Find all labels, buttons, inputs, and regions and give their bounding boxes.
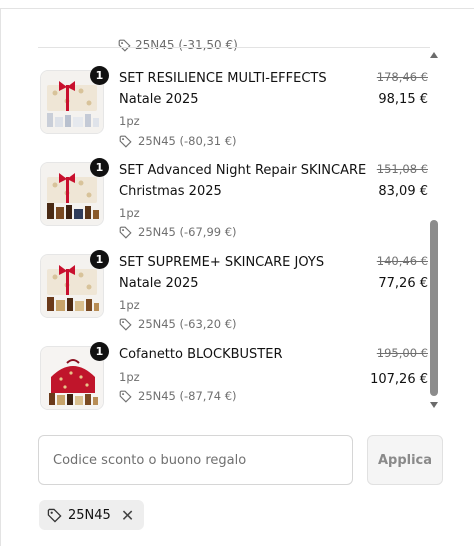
peek-discount-text: 25N45 (-31,50 €) — [135, 38, 238, 52]
discount-text: 25N45 (-80,31 €) — [138, 134, 237, 148]
cart-item: 1 SET SUPREME+ SKINCARE JOYS Natale 2025… — [38, 244, 430, 331]
peek-item-discount: 25N45 (-31,50 €) — [118, 38, 238, 52]
applied-code-chip: 25N45 ✕ — [39, 500, 145, 530]
tag-icon — [119, 226, 132, 239]
scrollbar-thumb[interactable] — [430, 220, 438, 396]
discounted-price: 77,26 € — [378, 276, 428, 291]
product-quantity: 1pz — [119, 370, 140, 384]
product-discount: 25N45 (-80,31 €) — [119, 134, 237, 148]
close-icon[interactable]: ✕ — [121, 506, 134, 525]
apply-button[interactable]: Applica — [367, 435, 443, 485]
product-quantity: 1pz — [119, 114, 140, 128]
product-title[interactable]: Cofanetto BLOCKBUSTER — [119, 344, 369, 365]
left-divider — [0, 8, 1, 546]
applied-code-text: 25N45 — [68, 507, 111, 523]
discount-text: 25N45 (-87,74 €) — [138, 389, 237, 403]
product-discount: 25N45 (-67,99 €) — [119, 225, 237, 239]
list-divider — [38, 47, 430, 48]
quantity-badge: 1 — [90, 66, 109, 85]
discounted-price: 98,15 € — [378, 92, 428, 107]
cart-items-list[interactable]: 25N45 (-31,50 €) 1 SET RESILIENCE MULTI-… — [38, 30, 430, 418]
product-title[interactable]: SET Advanced Night Repair SKINCARE Chris… — [119, 160, 369, 202]
discount-code-input[interactable] — [38, 435, 353, 485]
discount-text: 25N45 (-63,20 €) — [138, 317, 237, 331]
list-scrollbar[interactable] — [429, 50, 439, 410]
original-price: 195,00 € — [376, 346, 428, 360]
quantity-badge: 1 — [90, 158, 109, 177]
discounted-price: 83,09 € — [378, 184, 428, 199]
cart-item: 1 Cofanetto BLOCKBUSTER 1pz 25N45 (-87,7… — [38, 336, 430, 410]
original-price: 178,46 € — [376, 70, 428, 84]
product-title[interactable]: SET RESILIENCE MULTI-EFFECTS Natale 2025 — [119, 68, 369, 110]
discounted-price: 107,26 € — [370, 372, 428, 387]
product-quantity: 1pz — [119, 206, 140, 220]
chevron-down-icon[interactable] — [429, 400, 439, 410]
original-price: 140,46 € — [376, 254, 428, 268]
cart-item: 1 SET RESILIENCE MULTI-EFFECTS Natale 20… — [38, 60, 430, 148]
original-price: 151,08 € — [376, 162, 428, 176]
tag-icon — [118, 39, 131, 52]
discount-text: 25N45 (-67,99 €) — [138, 225, 237, 239]
product-discount: 25N45 (-63,20 €) — [119, 317, 237, 331]
product-title[interactable]: SET SUPREME+ SKINCARE JOYS Natale 2025 — [119, 252, 369, 294]
product-discount: 25N45 (-87,74 €) — [119, 389, 237, 403]
cart-item: 1 SET Advanced Night Repair SKINCARE Chr… — [38, 152, 430, 239]
top-divider — [0, 8, 474, 9]
quantity-badge: 1 — [90, 250, 109, 269]
tag-icon — [119, 390, 132, 403]
tag-icon — [119, 135, 132, 148]
tag-icon — [119, 318, 132, 331]
product-quantity: 1pz — [119, 298, 140, 312]
tag-icon — [47, 508, 62, 523]
chevron-up-icon[interactable] — [429, 50, 439, 60]
quantity-badge: 1 — [90, 342, 109, 361]
